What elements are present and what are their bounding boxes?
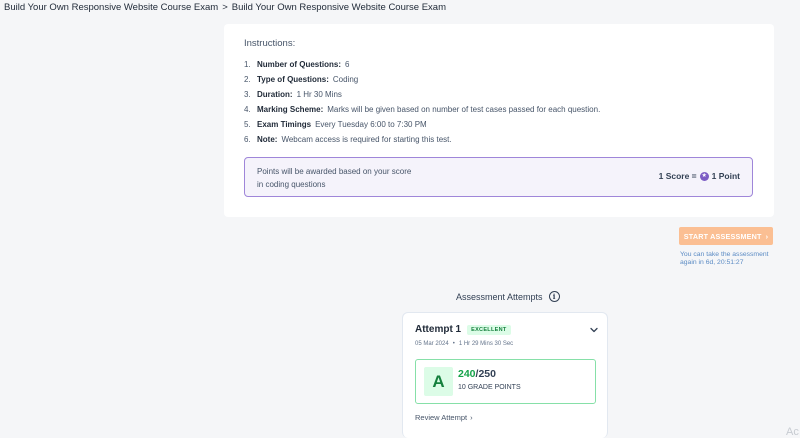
retake-countdown-note: You can take the assessment again in 6d,… [680, 251, 769, 266]
instruction-item: 6. Note: Webcam access is required for s… [244, 132, 600, 147]
chevron-right-icon: › [765, 231, 769, 241]
review-attempt-label: Review Attempt [415, 413, 468, 422]
score-line: 240/250 [458, 368, 496, 380]
instructions-title: Instructions: [244, 38, 296, 49]
instruction-number: 4. [244, 105, 251, 114]
instruction-number: 3. [244, 90, 251, 99]
instruction-item: 3. Duration: 1 Hr 30 Mins [244, 87, 600, 102]
instructions-list: 1. Number of Questions: 6 2. Type of Que… [244, 57, 600, 147]
instruction-value: Webcam access is required for starting t… [281, 135, 452, 144]
status-badge: EXCELLENT [467, 324, 511, 335]
breadcrumb-separator: > [222, 2, 228, 13]
points-description: Points will be awarded based on your sco… [257, 167, 412, 189]
breadcrumb-item[interactable]: Build Your Own Responsive Website Course… [4, 2, 218, 16]
attempt-date: 05 Mar 2024 [415, 341, 449, 347]
instruction-value: Marks will be given based on number of t… [327, 105, 601, 114]
watermark-text: Ac [786, 426, 799, 438]
coin-icon: ★ [699, 171, 709, 181]
instruction-label: Duration: [257, 90, 293, 99]
instruction-item: 4. Marking Scheme: Marks will be given b… [244, 102, 600, 117]
attempt-card: Attempt 1 EXCELLENT 05 Mar 2024 • 1 Hr 2… [402, 312, 608, 438]
score-total: /250 [475, 368, 496, 380]
instruction-item: 5. Exam Timings Every Tuesday 6:00 to 7:… [244, 117, 600, 132]
points-info-box: Points will be awarded based on your sco… [244, 157, 753, 197]
instruction-label: Type of Questions: [257, 75, 329, 84]
instruction-label: Note: [257, 135, 278, 144]
instructions-card: Instructions: 1. Number of Questions: 6 … [224, 24, 774, 217]
instruction-number: 6. [244, 135, 251, 144]
attempt-header: Attempt 1 EXCELLENT [415, 324, 511, 335]
breadcrumb: Build Your Own Responsive Website Course… [4, 2, 446, 16]
instruction-value: Every Tuesday 6:00 to 7:30 PM [315, 120, 427, 129]
instruction-label: Number of Questions: [257, 60, 342, 69]
instruction-number: 1. [244, 60, 251, 69]
score-right-label: 1 Point [711, 171, 740, 181]
instruction-number: 2. [244, 75, 251, 84]
score-left-label: 1 Score = [658, 171, 697, 181]
instruction-label: Exam Timings [257, 120, 312, 129]
chevron-down-icon[interactable] [589, 325, 599, 335]
start-assessment-button[interactable]: START ASSESSMENT › [679, 227, 773, 245]
score-value: 240 [458, 368, 476, 380]
instruction-value: 6 [345, 60, 350, 69]
info-icon[interactable]: i [548, 291, 560, 302]
start-assessment-label: START ASSESSMENT [683, 231, 762, 241]
attempt-meta: 05 Mar 2024 • 1 Hr 29 Mins 30 Sec [415, 341, 513, 347]
points-conversion: 1 Score = ★ 1 Point [659, 171, 740, 181]
instruction-item: 1. Number of Questions: 6 [244, 57, 600, 72]
meta-separator: • [452, 341, 455, 347]
grade-summary: A 240/250 10 GRADE POINTS [415, 359, 596, 404]
assessment-attempts-heading: Assessment Attempts i [456, 291, 560, 302]
breadcrumb-item: Build Your Own Responsive Website Course… [231, 2, 446, 13]
review-attempt-link[interactable]: Review Attempt › [415, 413, 473, 422]
chevron-right-icon: › [470, 413, 473, 422]
grade-letter: A [424, 367, 453, 396]
instruction-value: 1 Hr 30 Mins [296, 90, 342, 99]
instruction-label: Marking Scheme: [257, 105, 324, 114]
instruction-value: Coding [332, 75, 359, 84]
instruction-item: 2. Type of Questions: Coding [244, 72, 600, 87]
assessment-attempts-title: Assessment Attempts [456, 291, 543, 302]
attempt-label: Attempt 1 [415, 324, 462, 335]
attempt-duration: 1 Hr 29 Mins 30 Sec [458, 341, 514, 347]
grade-points: 10 GRADE POINTS [458, 384, 521, 391]
instruction-number: 5. [244, 120, 251, 129]
